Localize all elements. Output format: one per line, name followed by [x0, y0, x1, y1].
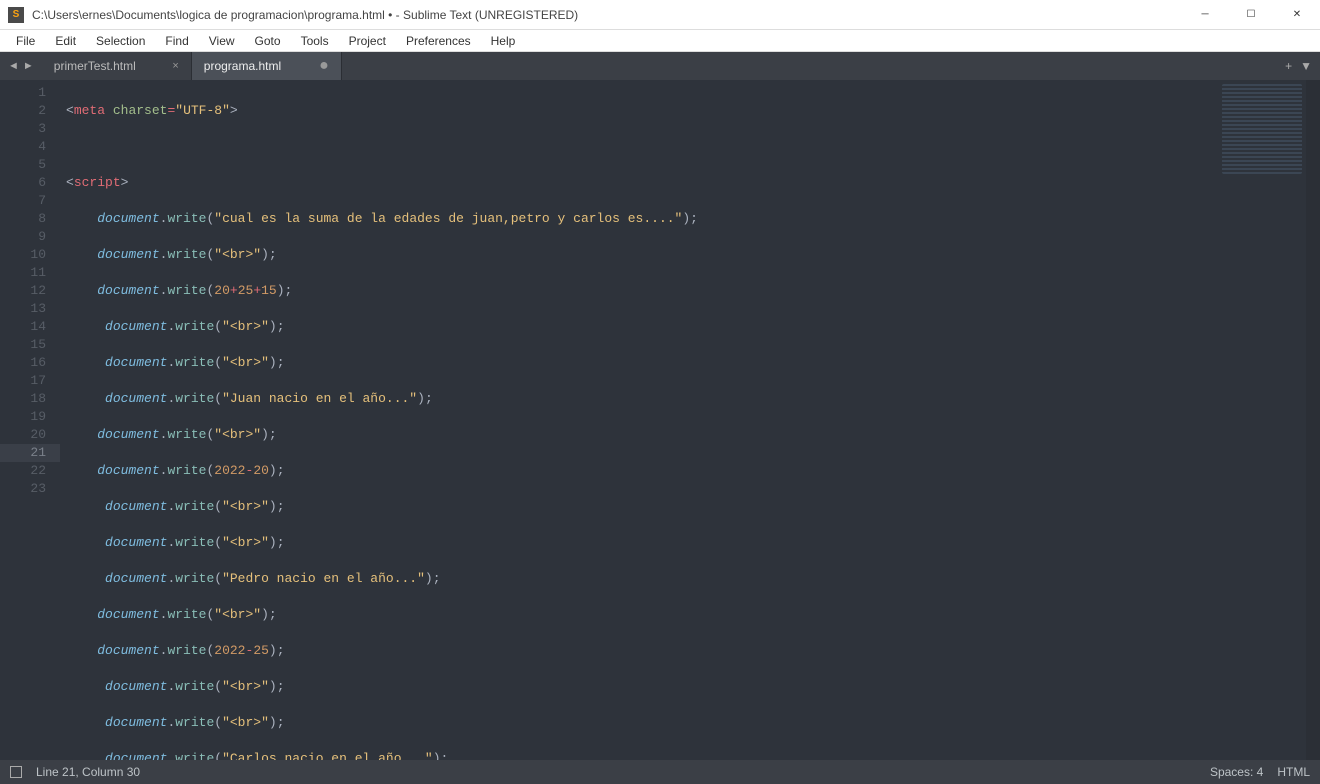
line-number[interactable]: 21: [0, 444, 60, 462]
line-number[interactable]: 10: [0, 246, 46, 264]
code-area[interactable]: <meta charset="UTF-8"> <script> document…: [60, 80, 1320, 760]
line-number[interactable]: 17: [0, 372, 46, 390]
close-button[interactable]: ✕: [1274, 0, 1320, 30]
menu-selection[interactable]: Selection: [86, 32, 155, 50]
tab-bar: ◄ ► primerTest.html × programa.html ● + …: [0, 52, 1320, 80]
line-number[interactable]: 4: [0, 138, 46, 156]
line-number[interactable]: 2: [0, 102, 46, 120]
line-number[interactable]: 22: [0, 462, 46, 480]
line-number[interactable]: 13: [0, 300, 46, 318]
editor: 1 2 3 4 5 6 7 8 9 10 11 12 13 14 15 16 1…: [0, 80, 1320, 760]
line-number[interactable]: 11: [0, 264, 46, 282]
line-number[interactable]: 15: [0, 336, 46, 354]
tab-close-icon[interactable]: ×: [154, 60, 178, 72]
tab-actions: + ▼: [1277, 52, 1320, 80]
minimap[interactable]: [1222, 84, 1302, 174]
menu-edit[interactable]: Edit: [45, 32, 86, 50]
menu-preferences[interactable]: Preferences: [396, 32, 481, 50]
tab-nav-right-icon[interactable]: ►: [21, 60, 36, 72]
status-lang[interactable]: HTML: [1277, 765, 1310, 779]
line-number[interactable]: 7: [0, 192, 46, 210]
menu-view[interactable]: View: [199, 32, 245, 50]
tab-nav: ◄ ►: [0, 52, 42, 80]
menu-bar: File Edit Selection Find View Goto Tools…: [0, 30, 1320, 52]
menu-tools[interactable]: Tools: [291, 32, 339, 50]
window-title: C:\Users\ernes\Documents\logica de progr…: [32, 8, 1182, 22]
tab-label: programa.html: [204, 59, 281, 73]
title-bar: S C:\Users\ernes\Documents\logica de pro…: [0, 0, 1320, 30]
line-number[interactable]: 16: [0, 354, 46, 372]
status-spaces[interactable]: Spaces: 4: [1210, 765, 1263, 779]
menu-goto[interactable]: Goto: [245, 32, 291, 50]
line-number[interactable]: 18: [0, 390, 46, 408]
menu-help[interactable]: Help: [481, 32, 526, 50]
line-number[interactable]: 20: [0, 426, 46, 444]
tab-menu-icon[interactable]: ▼: [1300, 59, 1312, 73]
status-panel-icon[interactable]: [10, 766, 22, 778]
status-bar: Line 21, Column 30 Spaces: 4 HTML: [0, 760, 1320, 784]
menu-find[interactable]: Find: [155, 32, 198, 50]
window-controls: ─ ☐ ✕: [1182, 0, 1320, 30]
line-number[interactable]: 14: [0, 318, 46, 336]
app-icon: S: [8, 7, 24, 23]
line-number[interactable]: 23: [0, 480, 46, 498]
line-number[interactable]: 19: [0, 408, 46, 426]
status-lineinfo[interactable]: Line 21, Column 30: [36, 765, 140, 779]
menu-file[interactable]: File: [6, 32, 45, 50]
tab-label: primerTest.html: [54, 59, 136, 73]
tab-primerTest[interactable]: primerTest.html ×: [42, 52, 192, 80]
line-number[interactable]: 8: [0, 210, 46, 228]
menu-project[interactable]: Project: [339, 32, 396, 50]
minimize-button[interactable]: ─: [1182, 0, 1228, 30]
vertical-scrollbar[interactable]: [1306, 80, 1320, 760]
line-number[interactable]: 3: [0, 120, 46, 138]
tab-nav-left-icon[interactable]: ◄: [6, 60, 21, 72]
maximize-button[interactable]: ☐: [1228, 0, 1274, 30]
line-number[interactable]: 6: [0, 174, 46, 192]
gutter: 1 2 3 4 5 6 7 8 9 10 11 12 13 14 15 16 1…: [0, 80, 60, 760]
line-number[interactable]: 12: [0, 282, 46, 300]
new-tab-icon[interactable]: +: [1285, 59, 1292, 73]
line-number[interactable]: 9: [0, 228, 46, 246]
line-number[interactable]: 1: [0, 84, 46, 102]
tab-programa[interactable]: programa.html ●: [192, 52, 342, 80]
line-number[interactable]: 5: [0, 156, 46, 174]
